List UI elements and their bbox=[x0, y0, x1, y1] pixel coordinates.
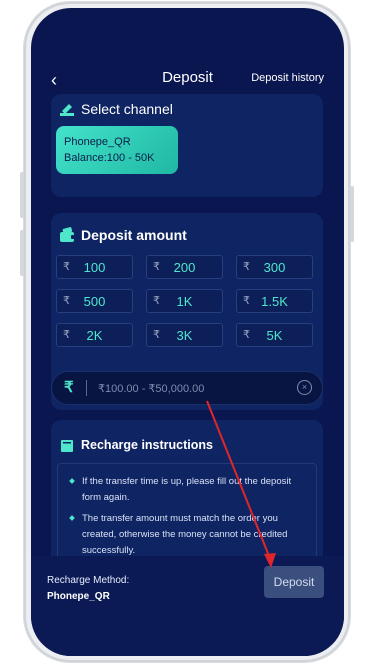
amount-value: 1.5K bbox=[261, 294, 288, 309]
recharge-method-value: Phonepe_QR bbox=[47, 591, 110, 602]
amount-value: 1K bbox=[176, 294, 193, 309]
deposit-amount-title: Deposit amount bbox=[81, 227, 187, 243]
clear-icon[interactable]: × bbox=[297, 380, 312, 395]
channel-balance: Balance:100 - 50K bbox=[64, 152, 155, 164]
amount-option-2k[interactable]: ₹ 2K bbox=[56, 323, 133, 347]
rupee-icon: ₹ bbox=[64, 379, 74, 396]
deposit-button[interactable]: Deposit bbox=[264, 566, 324, 598]
amount-value: 100 bbox=[83, 260, 106, 275]
deposit-history-link[interactable]: Deposit history bbox=[251, 72, 324, 84]
amount-value: 300 bbox=[263, 260, 286, 275]
channel-option-phonepe-qr[interactable]: Phonepe_QR Balance:100 - 50K bbox=[56, 126, 178, 174]
instruction-item: The transfer amount must match the order… bbox=[68, 511, 306, 559]
amount-option-1k[interactable]: ₹ 1K bbox=[146, 289, 223, 313]
channel-name: Phonepe_QR bbox=[64, 136, 131, 148]
book-icon bbox=[61, 440, 73, 452]
amount-value: 5K bbox=[266, 328, 283, 343]
instruction-text: If the transfer time is up, please fill … bbox=[82, 476, 292, 503]
amount-value: 500 bbox=[83, 294, 106, 309]
amount-option-5k[interactable]: ₹ 5K bbox=[236, 323, 313, 347]
diamond-bullet-icon bbox=[69, 515, 75, 521]
app-screen: ‹ Deposit Deposit history Select channel… bbox=[31, 8, 344, 656]
instruction-text: The transfer amount must match the order… bbox=[82, 513, 288, 556]
phone-power-button bbox=[350, 186, 354, 242]
amount-option-200[interactable]: ₹ 200 bbox=[146, 255, 223, 279]
amount-value: 2K bbox=[86, 328, 103, 343]
amount-option-1-5k[interactable]: ₹ 1.5K bbox=[236, 289, 313, 313]
amount-option-300[interactable]: ₹ 300 bbox=[236, 255, 313, 279]
amount-input-field[interactable]: ₹ × bbox=[51, 371, 323, 405]
phone-side-button bbox=[20, 230, 24, 276]
recharge-instructions-title: Recharge instructions bbox=[81, 438, 213, 452]
amount-option-3k[interactable]: ₹ 3K bbox=[146, 323, 223, 347]
diamond-bullet-icon bbox=[69, 478, 75, 484]
amount-value: 200 bbox=[173, 260, 196, 275]
amount-input[interactable] bbox=[96, 378, 280, 400]
header: ‹ Deposit Deposit history bbox=[31, 8, 344, 90]
wallet-icon bbox=[60, 227, 76, 242]
select-channel-title: Select channel bbox=[81, 101, 173, 117]
recharge-method-label: Recharge Method: bbox=[47, 575, 130, 586]
phone-side-button bbox=[20, 172, 24, 218]
select-channel-card: Select channel Phonepe_QR Balance:100 - … bbox=[51, 94, 323, 197]
instructions-list: If the transfer time is up, please fill … bbox=[58, 464, 316, 559]
bottom-bar: Recharge Method: Phonepe_QR Deposit bbox=[31, 556, 344, 656]
pencil-icon bbox=[60, 104, 74, 116]
amount-option-500[interactable]: ₹ 500 bbox=[56, 289, 133, 313]
amount-option-100[interactable]: ₹ 100 bbox=[56, 255, 133, 279]
instruction-item: If the transfer time is up, please fill … bbox=[68, 474, 306, 506]
input-divider bbox=[86, 380, 87, 396]
amount-value: 3K bbox=[176, 328, 193, 343]
